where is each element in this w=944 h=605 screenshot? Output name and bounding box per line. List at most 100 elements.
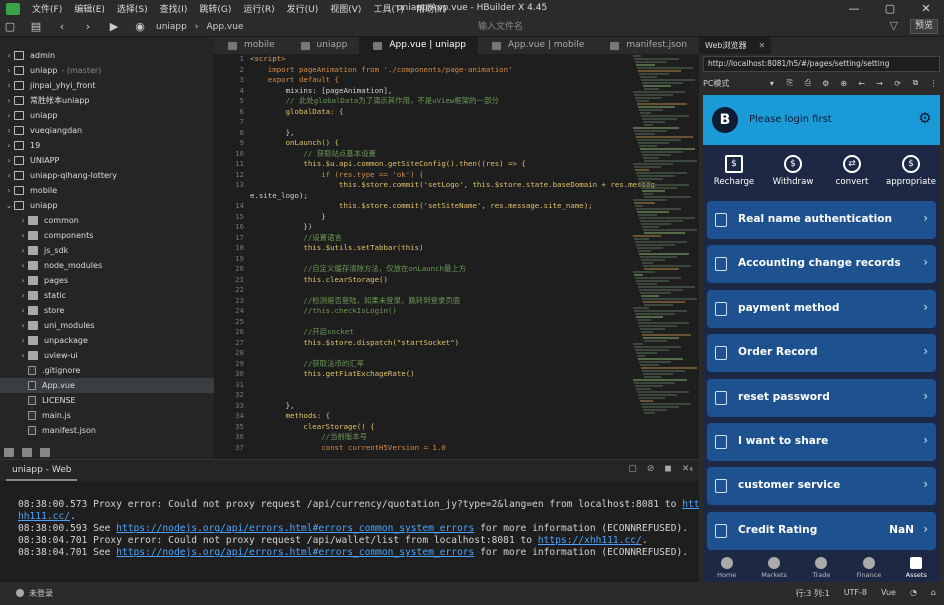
menu-item[interactable]: I want to share › [707, 422, 936, 461]
menu-view[interactable]: 视图(V) [324, 2, 367, 15]
new-file-icon[interactable]: ▢ [0, 17, 20, 37]
minimap[interactable] [633, 54, 699, 459]
menu-item[interactable]: payment method › [707, 289, 936, 328]
menu-item[interactable]: reset password › [707, 378, 936, 417]
code-line[interactable]: export default { [250, 75, 630, 86]
menu-publish[interactable]: 发行(U) [281, 2, 325, 15]
nav-markets[interactable]: Markets [752, 554, 797, 582]
encoding[interactable]: UTF-8 [844, 588, 867, 599]
code-line[interactable]: if (res.type == 'ok') { [250, 170, 630, 181]
code-line[interactable]: }, [250, 401, 630, 412]
screenshot-icon[interactable]: ⎘ [783, 78, 796, 88]
tree-item[interactable]: › 19 [0, 138, 214, 153]
menu-item[interactable]: Accounting change records › [707, 245, 936, 284]
tree-item[interactable]: › admin [0, 48, 214, 63]
console-link[interactable]: https://nodejs.org/api/errors.html#error… [116, 523, 474, 534]
folder-icon[interactable] [4, 447, 14, 457]
minimize-button[interactable]: — [836, 0, 872, 17]
code-line[interactable]: }, [250, 128, 630, 139]
run-icon[interactable]: ▶ [104, 17, 124, 37]
browser-icon[interactable]: ◉ [130, 17, 150, 37]
tree-item[interactable]: › uniapp - (master) [0, 63, 214, 78]
tree-item[interactable]: › uview-ui [0, 348, 214, 363]
console-clear-icon[interactable]: ⊘ [647, 464, 655, 474]
file-search-input[interactable]: 输入文件名 [470, 19, 880, 35]
menu-item[interactable]: Real name authentication › [707, 201, 936, 239]
code-line[interactable] [250, 390, 630, 401]
code-line[interactable] [250, 117, 630, 128]
tree-item[interactable]: › unpackage [0, 333, 214, 348]
code-line[interactable]: <script> [250, 54, 630, 65]
login-prompt[interactable]: Please login first [749, 114, 832, 125]
code-line[interactable]: this.getFiatExchageRate() [250, 369, 630, 380]
breadcrumb-project[interactable]: uniapp [156, 22, 187, 32]
code-line[interactable]: // 此处globalData为了演示其作用，不是uView框架的一部分 [250, 96, 630, 107]
tree-item[interactable]: › jinpai_yhyi_front [0, 78, 214, 93]
search-files-icon[interactable] [40, 447, 50, 457]
action-convert[interactable]: ⇄ convert [823, 145, 881, 201]
editor-tab[interactable]: mobile [214, 37, 287, 54]
copy-icon[interactable]: ⎙ [801, 78, 814, 88]
console-link[interactable]: https://nodejs.org/api/errors.html#error… [116, 547, 474, 558]
code-line[interactable]: mixins: [pageAnimation], [250, 86, 630, 97]
menu-file[interactable]: 文件(F) [26, 2, 68, 15]
tree-item[interactable]: LICENSE [0, 393, 214, 408]
code-line[interactable]: this.clearStorage() [250, 275, 630, 286]
pc-mode-select[interactable]: PC模式 [703, 78, 760, 89]
tree-item[interactable]: › UNIAPP [0, 153, 214, 168]
code-line[interactable]: } [250, 212, 630, 223]
tree-item[interactable]: main.js [0, 408, 214, 423]
code-line[interactable] [250, 285, 630, 296]
menu-item[interactable]: Order Record › [707, 334, 936, 373]
refresh-icon[interactable]: ⟳ [891, 79, 904, 88]
menu-select[interactable]: 选择(S) [111, 2, 154, 15]
code-line[interactable]: this.$utils.setTabbar(this) [250, 243, 630, 254]
login-status[interactable]: 未登录 [16, 588, 53, 599]
globe-icon[interactable]: ⊕ [837, 79, 850, 88]
menu-help[interactable]: 帮助(Y) [410, 2, 453, 15]
preview-button[interactable]: 预览 [910, 19, 938, 34]
menu-tools[interactable]: 工具(T) [367, 2, 410, 15]
nav-home[interactable]: Home [704, 554, 749, 582]
tree-item[interactable]: › mobile [0, 183, 214, 198]
code-line[interactable]: //自定义缓存清除方法，仅放在onLaunch最上方 [250, 264, 630, 275]
code-line[interactable]: globalData: { [250, 107, 630, 118]
code-line[interactable] [250, 254, 630, 265]
console-maximize-icon[interactable]: ▢ [628, 464, 637, 474]
code-line[interactable]: this.$store.commit('setSiteName', res.me… [250, 201, 630, 212]
code-line[interactable]: //检测是否登陆，如果未登录，跳转到登录页面 [250, 296, 630, 307]
tree-item[interactable]: › components [0, 228, 214, 243]
avatar[interactable]: B [712, 107, 738, 133]
tree-item[interactable]: manifest.json [0, 423, 214, 438]
tree-item[interactable]: ⌄ uniapp [0, 198, 214, 213]
tree-item[interactable]: › static [0, 288, 214, 303]
menu-run[interactable]: 运行(R) [237, 2, 280, 15]
menu-goto[interactable]: 跳转(G) [193, 2, 237, 15]
back-icon[interactable]: ‹ [52, 17, 72, 37]
maximize-button[interactable]: ▢ [872, 0, 908, 17]
code-line[interactable] [250, 348, 630, 359]
code-line[interactable]: this.$store.commit('setLogo', this.$stor… [250, 180, 655, 191]
code-line[interactable]: //设置语言 [250, 233, 630, 244]
editor-tab[interactable]: App.vue | mobile [478, 37, 596, 54]
code-line[interactable]: //获取法币的汇率 [250, 359, 630, 370]
tree-item[interactable]: › uni_modules [0, 318, 214, 333]
notification-icon[interactable]: ◔ [910, 588, 917, 599]
code-editor[interactable]: 1 2 3 4 5 6 7 8 9 10 11 12 13 14 15 16 17 18 19 20 21 22 23 24 2… [214, 54, 699, 459]
nav-trade[interactable]: Trade [799, 554, 844, 582]
browser-back-icon[interactable]: ← [855, 79, 868, 88]
console-stop-icon[interactable]: ◼ [664, 464, 671, 474]
action-withdraw[interactable]: $ Withdraw [764, 145, 822, 201]
close-window-button[interactable]: ✕ [908, 0, 944, 17]
editor-tab[interactable]: manifest.json [596, 37, 699, 54]
console-close-icon[interactable]: ✕₄ [682, 464, 693, 474]
collapse-icon[interactable] [22, 447, 32, 457]
menu-find[interactable]: 查找(I) [154, 2, 194, 15]
forward-icon[interactable]: › [78, 17, 98, 37]
cursor-position[interactable]: 行:3 列:1 [796, 588, 830, 599]
browser-settings-icon[interactable]: ⚙ [819, 79, 832, 88]
browser-tab-close-icon[interactable]: ✕ [758, 41, 765, 50]
code-line[interactable]: const currentH5Version = 1.0 [250, 443, 630, 454]
code-line[interactable]: this.$store.dispatch("startSocket") [250, 338, 630, 349]
tree-item[interactable]: › js_sdk [0, 243, 214, 258]
